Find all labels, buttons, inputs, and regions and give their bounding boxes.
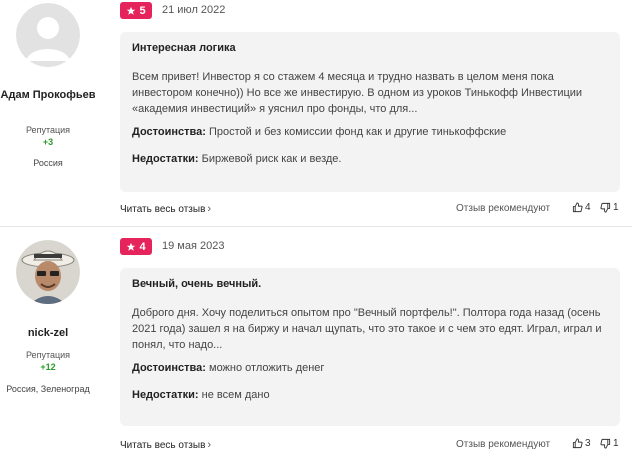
like-button[interactable]: 3 — [572, 438, 591, 449]
like-button[interactable]: 4 — [572, 202, 591, 213]
read-more-label: Читать весь отзыв — [120, 204, 206, 215]
pros-row: Достоинства: Простой и без комиссии фонд… — [132, 126, 608, 138]
rating-badge: 4 — [120, 238, 152, 255]
cons-text: Биржевой риск как и везде. — [201, 153, 342, 165]
cons-row: Недостатки: Биржевой риск как и везде. — [132, 153, 608, 165]
cons-label: Недостатки: — [132, 153, 199, 165]
dislike-count: 1 — [613, 202, 619, 213]
cons-row: Недостатки: не всем дано — [132, 389, 608, 401]
rating-value: 4 — [139, 240, 146, 253]
star-icon — [127, 6, 136, 15]
like-count: 3 — [585, 438, 591, 449]
read-full-review-link[interactable]: Читать весь отзыв › — [120, 203, 211, 215]
pros-row: Достоинства: можно отложить денег — [132, 362, 608, 374]
review-excerpt: Доброго дня. Хочу поделиться опытом про … — [132, 307, 602, 351]
pros-text: Простой и без комиссии фонд как и другие… — [209, 126, 507, 138]
thumbs-down-icon — [600, 202, 611, 213]
dislike-button[interactable]: 1 — [600, 438, 619, 449]
reputation-value: +12 — [40, 362, 56, 372]
chevron-right-icon: › — [207, 439, 212, 451]
review-date: 19 мая 2023 — [162, 240, 225, 252]
recommend-label: Отзыв рекомендуют — [456, 439, 551, 450]
reputation-label: Репутация — [25, 125, 71, 135]
recommend-label: Отзыв рекомендуют — [456, 203, 551, 214]
thumbs-down-icon — [600, 438, 611, 449]
star-icon — [127, 242, 136, 251]
default-avatar-icon — [16, 3, 80, 67]
author-location: Россия — [33, 158, 63, 168]
author-name[interactable]: Адам Прокофьев — [0, 88, 96, 102]
user-photo-avatar — [16, 240, 80, 304]
review-title[interactable]: Вечный, очень вечный. — [132, 278, 608, 292]
author-location: Россия, Зеленоград — [6, 384, 90, 394]
author-name[interactable]: nick-zel — [0, 326, 96, 340]
review-title[interactable]: Интересная логика — [132, 42, 608, 56]
rating-value: 5 — [139, 4, 146, 17]
pros-label: Достоинства: — [132, 362, 206, 374]
rating-badge: 5 — [120, 2, 152, 19]
thumbs-up-icon — [572, 202, 583, 213]
review-date: 21 июл 2022 — [162, 4, 226, 16]
chevron-right-icon: › — [207, 203, 212, 215]
review-card: Вечный, очень вечный. Доброго дня. Хочу … — [120, 268, 620, 426]
thumbs-up-icon — [572, 438, 583, 449]
review-excerpt: Всем привет! Инвестор я со стажем 4 меся… — [132, 71, 583, 115]
avatar[interactable] — [16, 240, 80, 304]
cons-text: не всем дано — [201, 389, 270, 401]
reputation-label: Репутация — [25, 350, 71, 360]
dislike-button[interactable]: 1 — [600, 202, 619, 213]
reputation-value: +3 — [42, 137, 54, 147]
read-more-label: Читать весь отзыв — [120, 440, 206, 451]
read-full-review-link[interactable]: Читать весь отзыв › — [120, 439, 211, 451]
cons-label: Недостатки: — [132, 389, 199, 401]
pros-label: Достоинства: — [132, 126, 206, 138]
dislike-count: 1 — [613, 438, 619, 449]
like-count: 4 — [585, 202, 591, 213]
review-divider — [0, 226, 632, 227]
review-card: Интересная логика Всем привет! Инвестор … — [120, 32, 620, 192]
pros-text: можно отложить денег — [209, 362, 325, 374]
avatar[interactable] — [16, 3, 80, 67]
